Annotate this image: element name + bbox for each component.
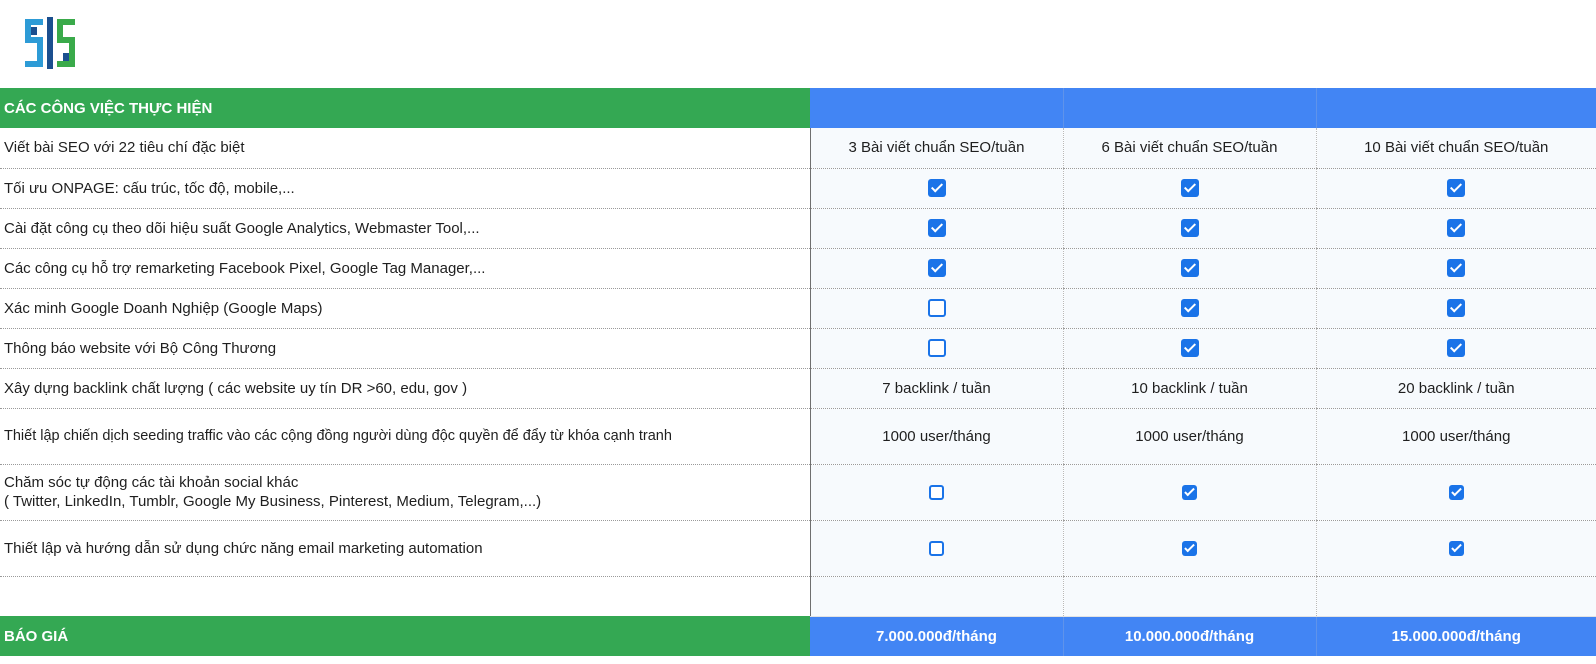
plan-value: 20 backlink / tuần — [1315, 368, 1596, 409]
table-row: Cài đặt công cụ theo dõi hiệu suất Googl… — [0, 208, 1596, 249]
task-label: Thông báo website với Bộ Công Thương — [0, 328, 810, 369]
task-label-line1: Chăm sóc tự động các tài khoản social kh… — [4, 474, 299, 491]
table-row: Thiết lập chiến dịch seeding traffic vào… — [0, 408, 1596, 465]
plan-value: 1000 user/tháng — [1315, 408, 1596, 465]
task-label: Các công cụ hỗ trợ remarketing Facebook … — [0, 248, 810, 289]
table-row: Xác minh Google Doanh Nghiệp (Google Map… — [0, 288, 1596, 329]
table-row: Xây dựng backlink chất lượng ( các websi… — [0, 368, 1596, 409]
checkbox-checked[interactable] — [1182, 541, 1197, 557]
plan-value: 10 Bài viết chuẩn SEO/tuần — [1315, 128, 1596, 169]
checkbox-checked[interactable] — [1180, 219, 1199, 238]
table-row: Thông báo website với Bộ Công Thương — [0, 328, 1596, 369]
task-label: Tối ưu ONPAGE: cấu trúc, tốc độ, mobile,… — [0, 168, 810, 209]
checkbox-checked[interactable] — [1180, 339, 1199, 358]
checkbox-checked[interactable] — [1447, 179, 1466, 198]
checkbox-checked[interactable] — [1448, 485, 1464, 501]
checkbox-checked[interactable] — [1448, 541, 1464, 557]
plan-value: 3 Bài viết chuẩn SEO/tuần — [809, 128, 1063, 169]
plan-header-cell — [809, 88, 1063, 128]
plan-value: 6 Bài viết chuẩn SEO/tuần — [1062, 128, 1316, 169]
empty-row — [0, 576, 1596, 617]
checkbox-unchecked[interactable] — [929, 541, 944, 557]
task-label: Cài đặt công cụ theo dõi hiệu suất Googl… — [0, 208, 810, 249]
task-label-line2: ( Twitter, LinkedIn, Tumblr, Google My B… — [4, 493, 542, 510]
header-title: CÁC CÔNG VIỆC THỰC HIỆN — [0, 88, 810, 128]
table-row: Các công cụ hỗ trợ remarketing Facebook … — [0, 248, 1596, 289]
checkbox-checked[interactable] — [927, 259, 946, 278]
empty-cell — [1062, 576, 1316, 617]
table-row: Tối ưu ONPAGE: cấu trúc, tốc độ, mobile,… — [0, 168, 1596, 209]
price-value: 10.000.000đ/tháng — [1062, 616, 1316, 656]
checkbox-checked[interactable] — [1447, 219, 1466, 238]
checkbox-checked[interactable] — [927, 179, 946, 198]
task-label: Viết bài SEO với 22 tiêu chí đặc biệt — [0, 128, 810, 169]
task-label: Chăm sóc tự động các tài khoản social kh… — [0, 464, 810, 521]
price-value: 15.000.000đ/tháng — [1315, 616, 1596, 656]
price-value: 7.000.000đ/tháng — [809, 616, 1063, 656]
checkbox-checked[interactable] — [1182, 485, 1197, 501]
task-label: Thiết lập chiến dịch seeding traffic vào… — [0, 408, 810, 465]
checkbox-checked[interactable] — [1447, 339, 1466, 358]
checkbox-checked[interactable] — [1447, 299, 1466, 318]
checkbox-checked[interactable] — [1180, 299, 1199, 318]
plan-value: 1000 user/tháng — [1062, 408, 1316, 465]
empty-cell — [0, 576, 810, 616]
plan-header-cell — [1062, 88, 1316, 128]
checkbox-checked[interactable] — [1180, 259, 1199, 278]
checkbox-checked[interactable] — [927, 219, 946, 238]
empty-cell — [1315, 576, 1596, 617]
empty-cell — [809, 576, 1063, 617]
plan-value: 10 backlink / tuần — [1062, 368, 1316, 409]
company-logo-icon — [25, 17, 75, 69]
task-label: Xác minh Google Doanh Nghiệp (Google Map… — [0, 288, 810, 329]
checkbox-checked[interactable] — [1447, 259, 1466, 278]
plan-value: 7 backlink / tuần — [809, 368, 1063, 409]
task-label: Thiết lập và hướng dẫn sử dụng chức năng… — [0, 520, 810, 577]
checkbox-unchecked[interactable] — [929, 485, 944, 501]
task-label: Xây dựng backlink chất lượng ( các websi… — [0, 368, 810, 409]
checkbox-unchecked[interactable] — [927, 339, 946, 358]
plan-header-cell — [1315, 88, 1596, 128]
plan-value: 1000 user/tháng — [809, 408, 1063, 465]
checkbox-unchecked[interactable] — [927, 299, 946, 318]
price-label: BÁO GIÁ — [0, 616, 810, 656]
table-row: Thiết lập và hướng dẫn sử dụng chức năng… — [0, 520, 1596, 577]
checkbox-checked[interactable] — [1180, 179, 1199, 198]
table-row: Chăm sóc tự động các tài khoản social kh… — [0, 464, 1596, 521]
table-row: Viết bài SEO với 22 tiêu chí đặc biệt 3 … — [0, 128, 1596, 169]
pricing-table: CÁC CÔNG VIỆC THỰC HIỆN Viết bài SEO với… — [0, 88, 1596, 656]
price-row: BÁO GIÁ 7.000.000đ/tháng 10.000.000đ/thá… — [0, 616, 1596, 656]
table-header-row: CÁC CÔNG VIỆC THỰC HIỆN — [0, 88, 1596, 128]
